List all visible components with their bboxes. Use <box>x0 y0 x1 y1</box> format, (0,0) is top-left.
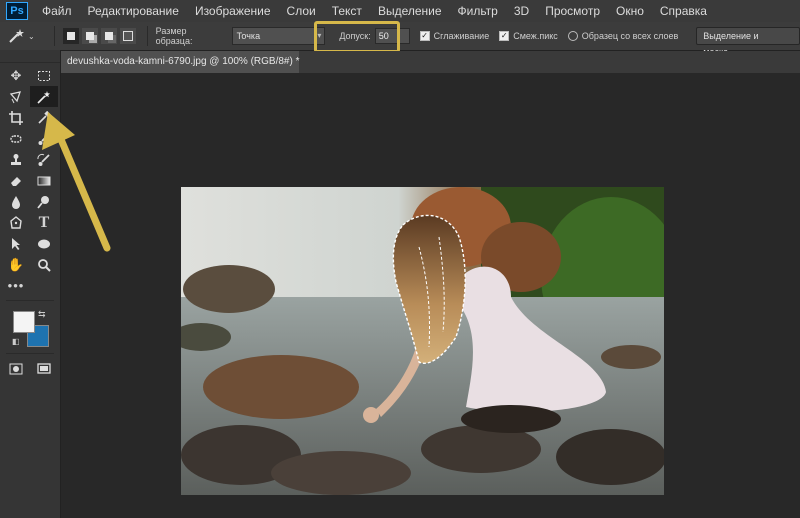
hand-icon[interactable]: ✋ <box>2 254 30 275</box>
tool-preset-picker[interactable]: ⌄ <box>8 28 46 44</box>
screen-mode-icon[interactable] <box>30 358 58 379</box>
add-selection-icon <box>85 32 94 40</box>
menu-image[interactable]: Изображение <box>187 4 279 18</box>
sample-size-label: Размер образца: <box>155 26 193 46</box>
crop-icon[interactable] <box>2 107 30 128</box>
sample-size-dropdown[interactable]: Точка ▾ <box>231 27 326 45</box>
menu-file[interactable]: Файл <box>34 4 80 18</box>
type-icon[interactable]: T <box>30 212 58 233</box>
toolbox: ✥ T ✋ ••• ⇆ ◧ <box>0 50 61 518</box>
sample-size-value: Точка <box>236 31 261 41</box>
new-selection-icon <box>66 32 75 40</box>
zoom-icon[interactable] <box>30 254 58 275</box>
checkmark-icon: ✓ <box>419 31 430 41</box>
menu-view[interactable]: Просмотр <box>537 4 608 18</box>
menu-bar: Ps Файл Редактирование Изображение Слои … <box>0 0 800 22</box>
document-tab[interactable]: devushka-voda-kamni-6790.jpg @ 100% (RGB… <box>61 51 300 73</box>
document-image[interactable] <box>181 187 664 495</box>
dodge-icon[interactable] <box>30 191 58 212</box>
divider <box>6 300 54 301</box>
gradient-icon[interactable] <box>30 170 58 191</box>
path-select-icon[interactable] <box>2 233 30 254</box>
ellipse-icon[interactable] <box>30 233 58 254</box>
menu-select[interactable]: Выделение <box>370 4 450 18</box>
intersect-selection-button[interactable] <box>119 28 136 44</box>
blur-icon[interactable] <box>2 191 30 212</box>
new-selection-button[interactable] <box>62 28 79 44</box>
healing-icon[interactable] <box>2 128 30 149</box>
more-icon[interactable]: ••• <box>2 275 30 296</box>
quick-mask-icon[interactable] <box>2 358 30 379</box>
history-brush-icon[interactable] <box>30 149 58 170</box>
foreground-color-swatch[interactable] <box>13 311 35 333</box>
menu-type[interactable]: Текст <box>324 4 370 18</box>
divider <box>6 353 54 354</box>
subtract-selection-icon <box>104 32 113 40</box>
add-selection-button[interactable] <box>81 28 98 44</box>
options-bar: ⌄ Размер образца: Точка ▾ Допуск: 50 ✓ С… <box>0 22 800 57</box>
menu-3d[interactable]: 3D <box>506 4 537 18</box>
sample-all-layers-label: Образец со всех слоев <box>581 31 679 41</box>
menu-edit[interactable]: Редактирование <box>80 4 187 18</box>
divider <box>53 26 55 46</box>
eraser-icon[interactable] <box>2 170 30 191</box>
divider <box>146 26 148 46</box>
toolbox-grip[interactable] <box>0 50 60 63</box>
unchecked-icon <box>567 31 578 41</box>
menu-layers[interactable]: Слои <box>279 4 324 18</box>
menu-help[interactable]: Справка <box>652 4 715 18</box>
menu-filter[interactable]: Фильтр <box>450 4 506 18</box>
empty-slot <box>30 275 58 296</box>
default-colors-icon[interactable]: ◧ <box>12 337 20 346</box>
magic-wand-icon[interactable] <box>30 86 58 107</box>
stamp-icon[interactable] <box>2 149 30 170</box>
color-swatches: ⇆ ◧ <box>0 305 60 351</box>
photo-girl-by-stream <box>181 187 664 495</box>
contiguous-checkbox[interactable]: ✓ Смеж.пикс <box>499 31 558 41</box>
contiguous-label: Смеж.пикс <box>513 31 558 41</box>
anti-alias-label: Сглаживание <box>433 31 490 41</box>
document-tab-bar: devushka-voda-kamni-6790.jpg @ 100% (RGB… <box>61 51 800 73</box>
tolerance-highlight <box>314 21 400 53</box>
photoshop-logo: Ps <box>6 2 28 20</box>
lasso-icon[interactable] <box>2 86 30 107</box>
intersect-selection-icon <box>122 31 133 41</box>
checkmark-icon: ✓ <box>499 31 510 41</box>
brush-icon[interactable] <box>30 128 58 149</box>
select-and-mask-button[interactable]: Выделение и маска... <box>696 27 800 57</box>
marquee-icon[interactable] <box>30 65 58 86</box>
pen-icon[interactable] <box>2 212 30 233</box>
eyedropper-icon[interactable] <box>30 107 58 128</box>
swap-colors-icon[interactable]: ⇆ <box>38 309 46 320</box>
chevron-down-icon: ⌄ <box>28 31 35 41</box>
move-icon[interactable]: ✥ <box>2 65 30 86</box>
subtract-selection-button[interactable] <box>100 28 117 44</box>
anti-alias-checkbox[interactable]: ✓ Сглаживание <box>419 31 490 41</box>
menu-window[interactable]: Окно <box>608 4 652 18</box>
magic-wand-icon <box>9 29 24 43</box>
sample-all-layers-checkbox[interactable]: Образец со всех слоев <box>567 31 679 41</box>
